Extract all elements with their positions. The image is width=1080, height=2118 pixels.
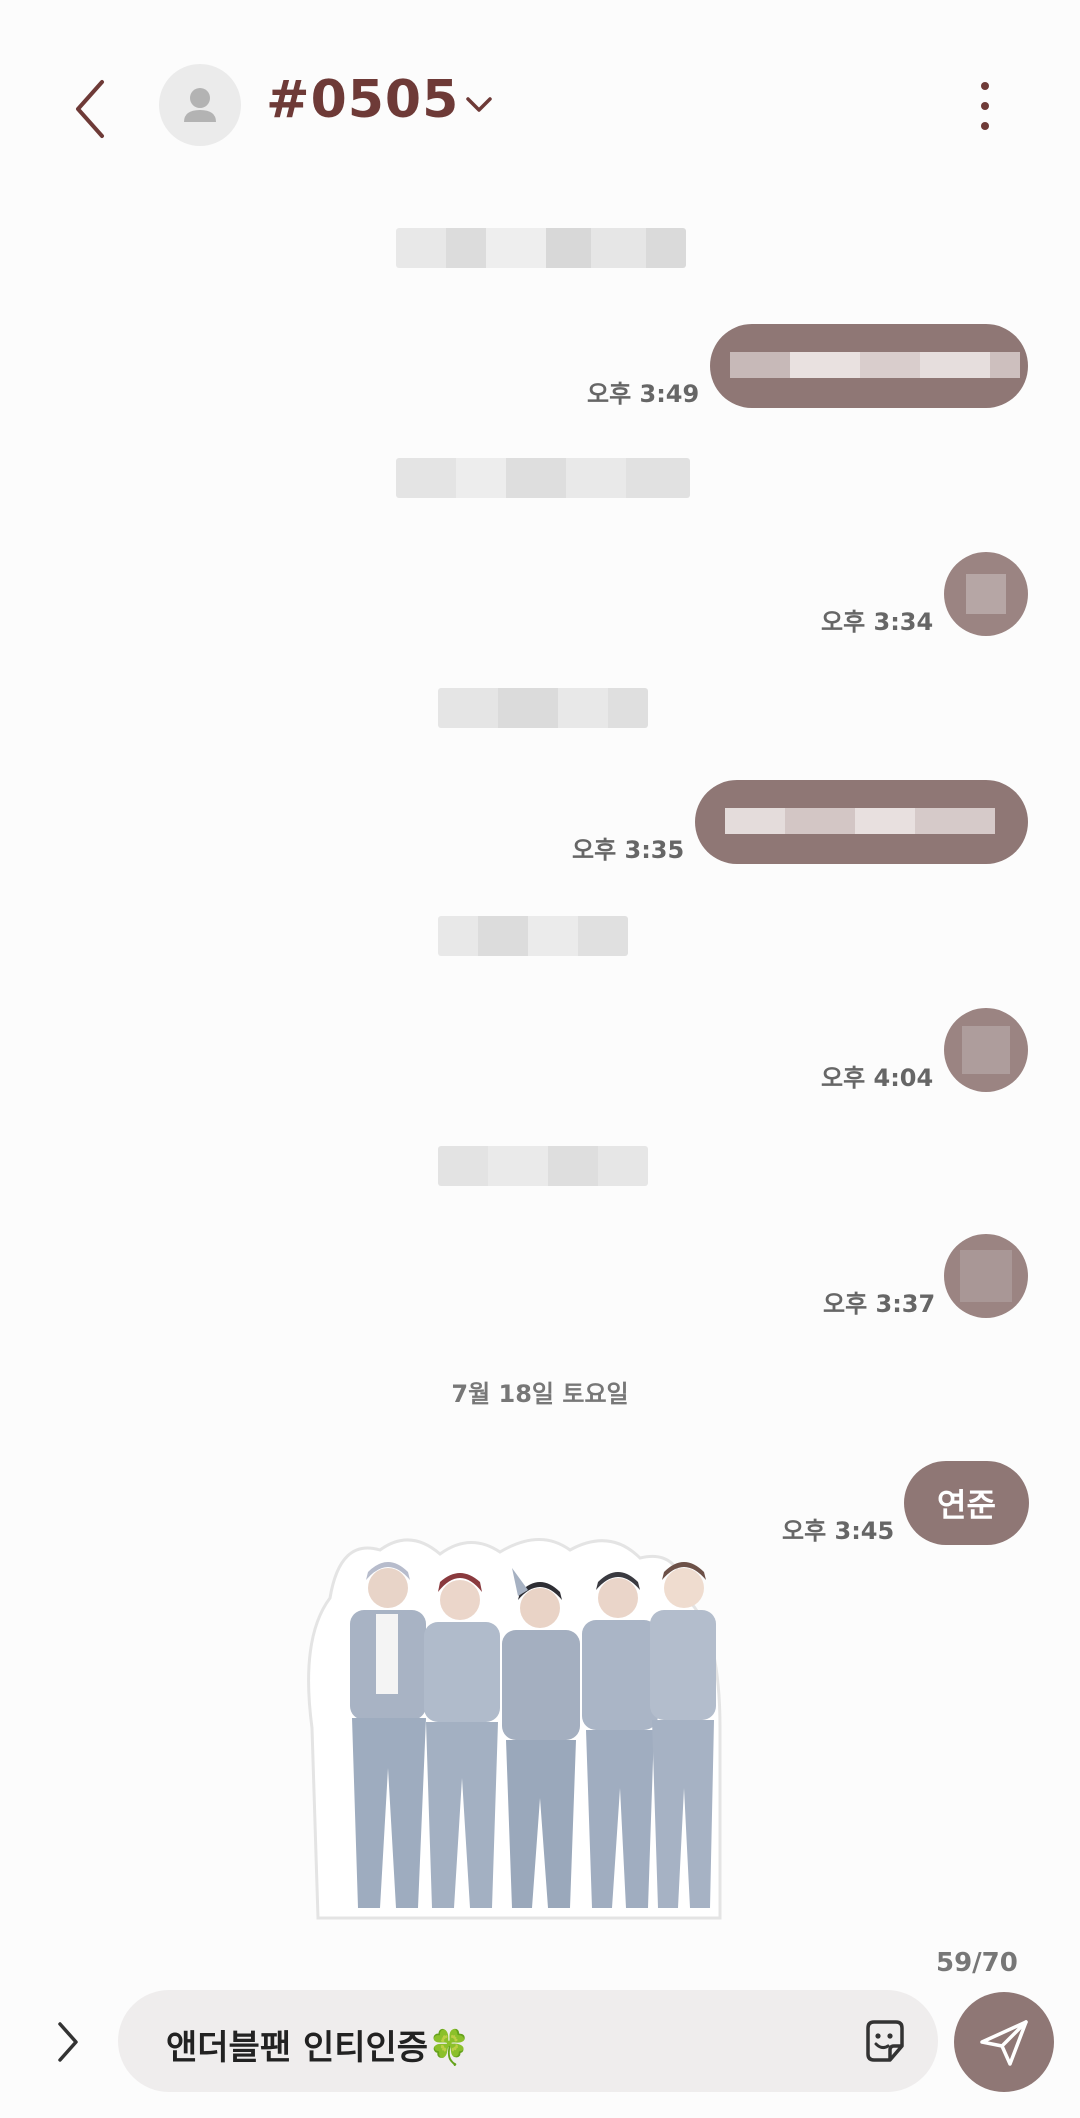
more-options-button[interactable] xyxy=(970,78,1000,134)
message-timestamp: 오후 3:35 xyxy=(572,836,685,864)
conversation-title[interactable]: #0505 xyxy=(266,70,459,130)
redacted-message xyxy=(438,688,648,728)
sent-message-bubble[interactable]: 연준 xyxy=(904,1461,1029,1545)
chevron-down-icon xyxy=(466,97,492,112)
message-timestamp: 오후 4:04 xyxy=(821,1064,934,1092)
sent-message-bubble[interactable] xyxy=(944,1234,1028,1318)
sticker-button[interactable] xyxy=(860,2016,910,2066)
sent-message-bubble[interactable] xyxy=(944,1008,1028,1092)
back-button[interactable] xyxy=(66,74,116,144)
chevron-right-icon xyxy=(58,2022,78,2062)
expand-attachments-button[interactable] xyxy=(52,2018,82,2066)
redacted-message xyxy=(396,458,690,498)
sent-message-bubble[interactable] xyxy=(695,780,1028,864)
contact-avatar[interactable] xyxy=(159,64,241,146)
redacted-message xyxy=(438,916,628,956)
sent-message-bubble[interactable] xyxy=(710,324,1028,408)
message-timestamp: 오후 3:37 xyxy=(823,1290,936,1318)
more-vertical-icon xyxy=(981,82,989,130)
message-timestamp: 오후 3:49 xyxy=(587,380,700,408)
title-dropdown[interactable] xyxy=(462,90,496,120)
message-input-field[interactable]: 앤더블팬 인티인증🍀 xyxy=(118,1990,938,2092)
send-icon xyxy=(980,2020,1028,2066)
redacted-message xyxy=(438,1146,648,1186)
sticker-image[interactable] xyxy=(300,1528,776,1928)
sticker-icon xyxy=(866,2020,904,2062)
person-icon xyxy=(184,88,216,122)
message-input-text[interactable]: 앤더블팬 인티인증🍀 xyxy=(166,2020,470,2069)
message-timestamp: 오후 3:34 xyxy=(821,608,934,636)
sent-message-bubble[interactable] xyxy=(944,552,1028,636)
date-separator: 7월 18일 토요일 xyxy=(451,1380,629,1408)
chevron-left-icon xyxy=(76,80,104,138)
send-button[interactable] xyxy=(954,1992,1054,2092)
message-timestamp: 오후 3:45 xyxy=(782,1517,895,1545)
redacted-message xyxy=(396,228,686,268)
character-counter: 59/70 xyxy=(936,1948,1018,1978)
conversation-header: #0505 xyxy=(0,0,1080,210)
